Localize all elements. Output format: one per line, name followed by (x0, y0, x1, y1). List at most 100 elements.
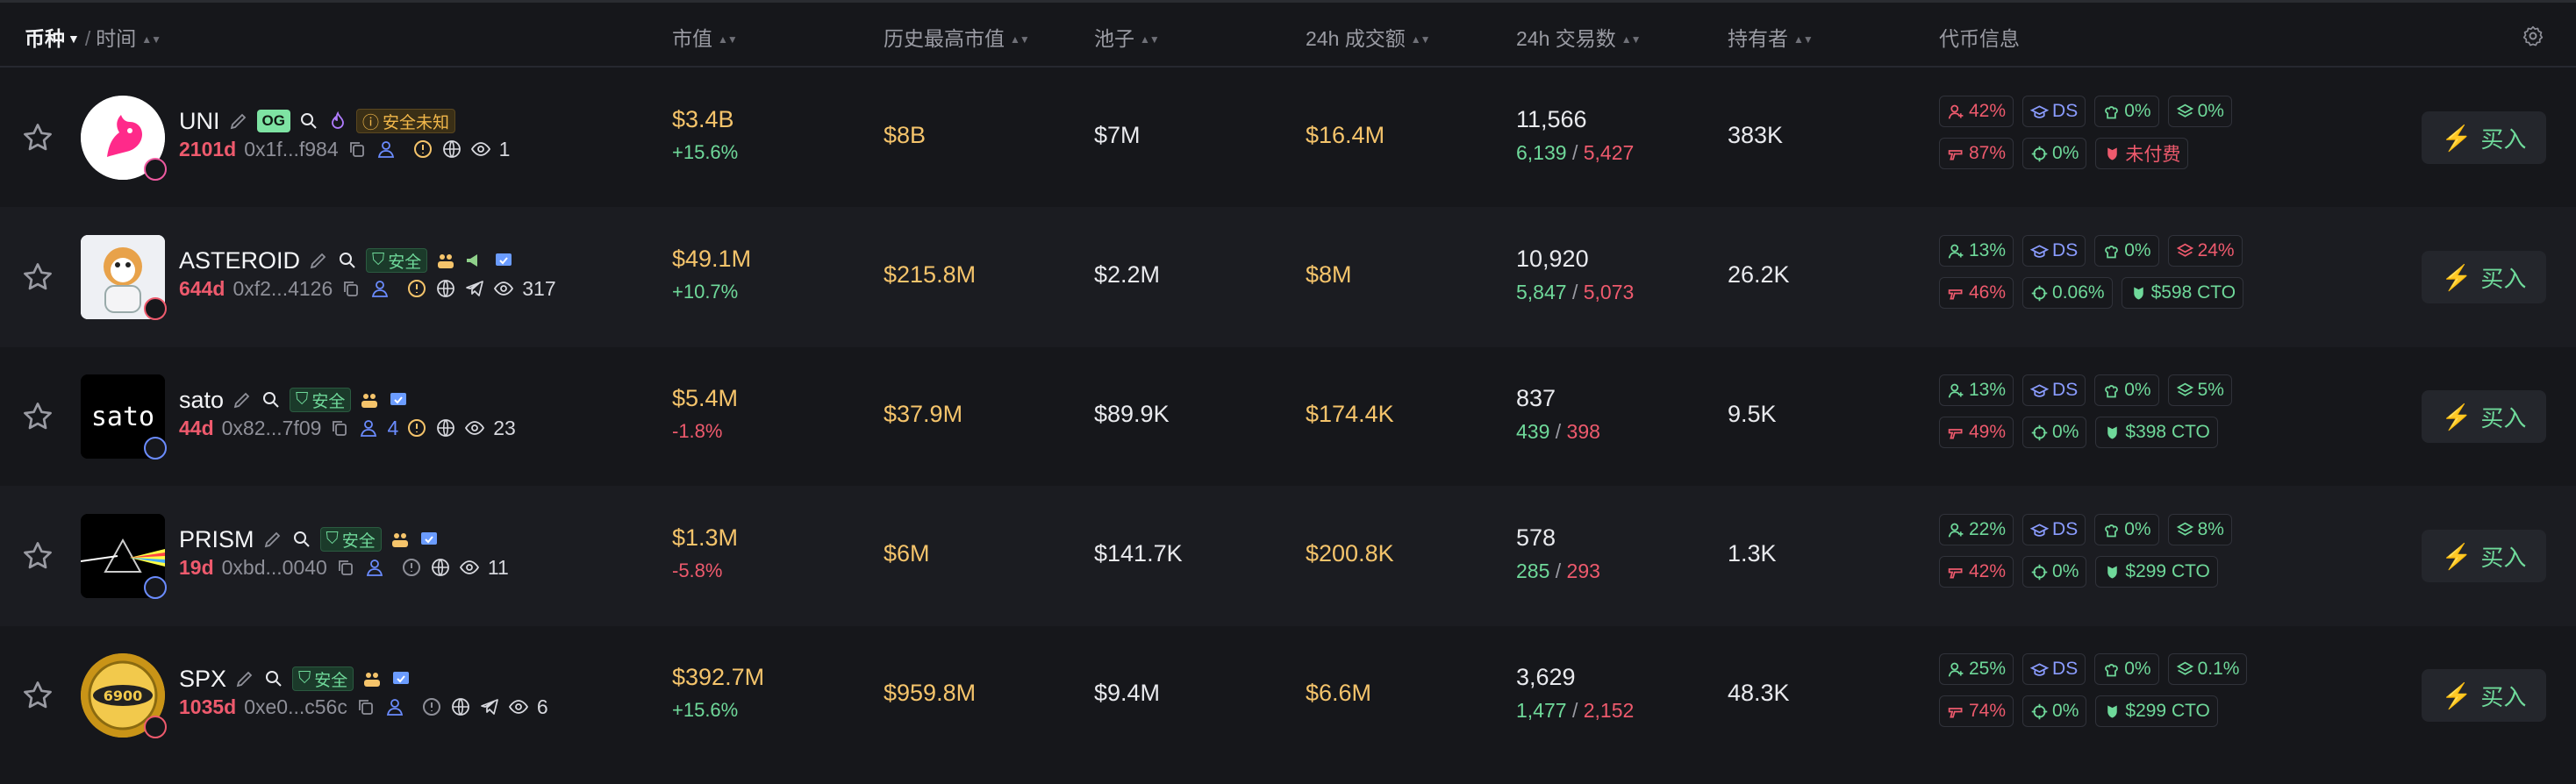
warning-icon[interactable] (406, 278, 427, 299)
token-name[interactable]: SPX (179, 666, 226, 693)
table-row[interactable]: PRISM ⛉ 安全 19d 0xbd...0040 11 $1.3M -5.8%… (0, 486, 2576, 626)
globe-icon[interactable] (435, 278, 456, 299)
sniper-tag[interactable]: 46% (1939, 277, 2014, 309)
star-icon[interactable] (21, 400, 54, 433)
globe-icon[interactable] (435, 417, 456, 438)
search-icon[interactable] (298, 110, 319, 132)
column-holders[interactable]: 持有者 ▲▼ (1728, 22, 1814, 52)
buy-button[interactable]: ⚡ 买入 (2422, 251, 2546, 303)
insider-tag[interactable]: 0% (2022, 695, 2087, 727)
lp-tag[interactable]: 0.1% (2167, 653, 2248, 685)
sort-icon[interactable]: ▲▼ (1140, 33, 1160, 46)
edit-icon[interactable] (308, 250, 329, 271)
edit-icon[interactable] (234, 668, 255, 689)
column-pool[interactable]: 池子 ▲▼ (1094, 22, 1160, 52)
column-txns[interactable]: 24h 交易数 ▲▼ (1516, 22, 1642, 52)
edit-icon[interactable] (228, 110, 249, 132)
user-icon[interactable] (376, 139, 397, 160)
dev-tag[interactable]: 0% (2094, 374, 2159, 406)
dev-tag[interactable]: 0% (2094, 235, 2159, 267)
cto-tag[interactable]: $299 CTO (2095, 556, 2218, 588)
top10-tag[interactable]: 42% (1939, 96, 2014, 127)
copy-icon[interactable] (347, 139, 368, 160)
ds-tag[interactable]: DS (2022, 514, 2086, 545)
buy-button[interactable]: ⚡ 买入 (2422, 669, 2546, 722)
star-icon[interactable] (21, 679, 54, 712)
ds-tag[interactable]: DS (2022, 653, 2086, 685)
sort-icon[interactable]: ▲▼ (1793, 33, 1814, 46)
user-icon[interactable] (358, 417, 379, 438)
sort-icon[interactable]: ▲▼ (1010, 33, 1030, 46)
search-icon[interactable] (291, 529, 312, 550)
copy-icon[interactable] (355, 696, 376, 717)
column-symbol[interactable]: 币种 ▼ / 时间 ▲▼ (25, 22, 161, 52)
globe-icon[interactable] (450, 696, 471, 717)
top10-tag[interactable]: 13% (1939, 374, 2014, 406)
top10-tag[interactable]: 22% (1939, 514, 2014, 545)
copy-icon[interactable] (335, 557, 356, 578)
copy-icon[interactable] (340, 278, 361, 299)
dev-tag[interactable]: 0% (2094, 653, 2159, 685)
star-icon[interactable] (21, 260, 54, 294)
token-name[interactable]: ASTEROID (179, 247, 300, 274)
insider-tag[interactable]: 0% (2022, 138, 2087, 169)
top10-tag[interactable]: 13% (1939, 235, 2014, 267)
ds-tag[interactable]: DS (2022, 235, 2086, 267)
search-icon[interactable] (261, 389, 282, 410)
sort-icon[interactable]: ▲▼ (141, 33, 161, 46)
dev-tag[interactable]: 0% (2094, 514, 2159, 545)
sniper-tag[interactable]: 42% (1939, 556, 2014, 588)
column-ath-market-cap[interactable]: 历史最高市值 ▲▼ (884, 22, 1030, 52)
sort-icon[interactable]: ▲▼ (1411, 33, 1431, 46)
dropdown-caret-icon[interactable]: ▼ (68, 32, 80, 46)
lp-tag[interactable]: 24% (2167, 235, 2243, 267)
telegram-icon[interactable] (479, 696, 500, 717)
table-row[interactable]: ASTEROID ⛉ 安全 644d 0xf2...4126 317 $49.1M… (0, 207, 2576, 347)
buy-button[interactable]: ⚡ 买入 (2422, 530, 2546, 582)
user-icon[interactable] (384, 696, 405, 717)
insider-tag[interactable]: 0.06% (2022, 277, 2113, 309)
sniper-tag[interactable]: 49% (1939, 417, 2014, 448)
gear-icon[interactable] (2522, 25, 2544, 47)
search-icon[interactable] (337, 250, 358, 271)
warning-icon[interactable] (421, 696, 442, 717)
star-icon[interactable] (21, 539, 54, 573)
buy-button[interactable]: ⚡ 买入 (2422, 111, 2546, 164)
token-name[interactable]: UNI (179, 108, 220, 135)
globe-icon[interactable] (441, 139, 462, 160)
sort-icon[interactable]: ▲▼ (1621, 33, 1642, 46)
sniper-tag[interactable]: 74% (1939, 695, 2014, 727)
table-row[interactable]: UNI OG ⓘ 安全未知 2101d 0x1f...f984 1 $3.4B +… (0, 68, 2576, 208)
globe-icon[interactable] (430, 557, 451, 578)
column-volume[interactable]: 24h 成交额 ▲▼ (1306, 22, 1431, 52)
ds-tag[interactable]: DS (2022, 96, 2086, 127)
star-icon[interactable] (21, 121, 54, 154)
cto-tag[interactable]: $398 CTO (2095, 417, 2218, 448)
lp-tag[interactable]: 5% (2167, 374, 2232, 406)
insider-tag[interactable]: 0% (2022, 417, 2087, 448)
buy-button[interactable]: ⚡ 买入 (2422, 390, 2546, 443)
dev-tag[interactable]: 0% (2094, 96, 2159, 127)
table-row[interactable]: 6900 SPX ⛉ 安全 1035d 0xe0...c56c 6 $392.7M… (0, 625, 2576, 766)
warning-icon[interactable] (412, 139, 433, 160)
paid-status-tag[interactable]: 未付费 (2095, 138, 2189, 169)
edit-icon[interactable] (262, 529, 283, 550)
warning-icon[interactable] (401, 557, 422, 578)
column-time-label[interactable]: 时间 (96, 27, 136, 50)
insider-tag[interactable]: 0% (2022, 556, 2087, 588)
ds-tag[interactable]: DS (2022, 374, 2086, 406)
sort-icon[interactable]: ▲▼ (718, 33, 738, 46)
warning-icon[interactable] (406, 417, 427, 438)
top10-tag[interactable]: 25% (1939, 653, 2014, 685)
table-row[interactable]: sato sato ⛉ 安全 44d 0x82...7f09 4 23 $5.4M… (0, 346, 2576, 487)
cto-tag[interactable]: $299 CTO (2095, 695, 2218, 727)
telegram-icon[interactable] (464, 278, 485, 299)
lp-tag[interactable]: 8% (2167, 514, 2232, 545)
column-market-cap[interactable]: 市值 ▲▼ (672, 22, 738, 52)
sniper-tag[interactable]: 87% (1939, 138, 2014, 169)
token-name[interactable]: PRISM (179, 526, 254, 553)
user-icon[interactable] (369, 278, 390, 299)
user-icon[interactable] (364, 557, 385, 578)
cto-tag[interactable]: $598 CTO (2121, 277, 2244, 309)
edit-icon[interactable] (232, 389, 253, 410)
